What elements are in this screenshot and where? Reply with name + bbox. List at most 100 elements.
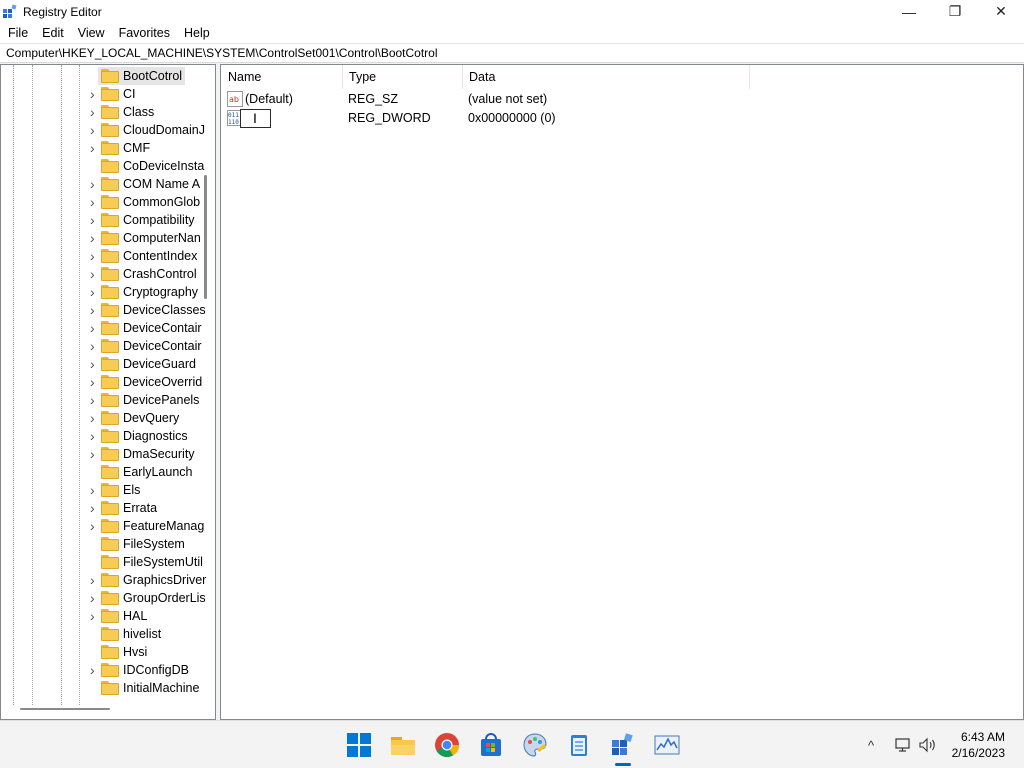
- tree-item[interactable]: › DeviceContair: [1, 319, 202, 337]
- tree-item[interactable]: › Cryptography: [1, 283, 201, 301]
- tree-item[interactable]: InitialMachine: [1, 679, 201, 697]
- chevron-right-icon[interactable]: ›: [90, 447, 98, 461]
- tree-item[interactable]: hivelist: [1, 625, 201, 643]
- tree-item[interactable]: › CMF: [1, 139, 201, 157]
- show-hidden-icons-chevron-icon[interactable]: ^: [868, 721, 874, 768]
- chevron-right-icon[interactable]: ›: [90, 231, 98, 245]
- tree-item[interactable]: › DevicePanels: [1, 391, 201, 409]
- chevron-right-icon[interactable]: ›: [90, 393, 98, 407]
- chevron-right-icon[interactable]: ›: [90, 267, 98, 281]
- chevron-right-icon[interactable]: ›: [90, 123, 98, 137]
- chevron-right-icon[interactable]: ›: [90, 663, 98, 677]
- tree-item[interactable]: BootCotrol: [1, 67, 201, 85]
- chevron-right-icon[interactable]: ›: [90, 609, 98, 623]
- menu-view[interactable]: View: [71, 23, 112, 43]
- tree-item[interactable]: › DevQuery: [1, 409, 201, 427]
- chevron-right-icon[interactable]: ›: [90, 483, 98, 497]
- tree-item[interactable]: › CloudDomainJ: [1, 121, 205, 139]
- menu-file[interactable]: File: [1, 23, 35, 43]
- chevron-right-icon[interactable]: ›: [90, 591, 98, 605]
- chevron-right-icon[interactable]: ›: [90, 141, 98, 155]
- tree-item-label: CMF: [123, 141, 151, 155]
- tree-item[interactable]: › CommonGlob: [1, 193, 201, 211]
- address-bar[interactable]: Computer\HKEY_LOCAL_MACHINE\SYSTEM\Contr…: [0, 43, 1024, 63]
- tree-item[interactable]: › Errata: [1, 499, 201, 517]
- tree-item[interactable]: FileSystemUtil: [1, 553, 203, 571]
- tree-item[interactable]: › FeatureManag: [1, 517, 204, 535]
- value-row-default[interactable]: ab (Default) REG_SZ (value not set): [221, 90, 921, 109]
- close-button[interactable]: ✕: [978, 0, 1024, 23]
- chevron-right-icon[interactable]: ›: [90, 501, 98, 515]
- tree-item[interactable]: › CI: [1, 85, 201, 103]
- value-row-new-dword[interactable]: 011 110 I REG_DWORD 0x00000000 (0): [221, 109, 921, 128]
- performance-monitor-icon[interactable]: [654, 732, 680, 758]
- key-tree-pane[interactable]: BootCotrol › CI › Class › CloudDomainJ › CMF CoDe…: [0, 64, 216, 720]
- chevron-right-icon[interactable]: ›: [90, 519, 98, 533]
- paint-icon[interactable]: [522, 732, 548, 758]
- tree-item[interactable]: › GraphicsDriver: [1, 571, 206, 589]
- tree-item[interactable]: › Diagnostics: [1, 427, 201, 445]
- tree-item[interactable]: › Compatibility: [1, 211, 201, 229]
- tree-vertical-scrollbar[interactable]: [204, 175, 207, 299]
- tree-item[interactable]: › DmaSecurity: [1, 445, 201, 463]
- file-explorer-icon[interactable]: [390, 732, 416, 758]
- chevron-right-icon[interactable]: ›: [90, 285, 98, 299]
- tree-item[interactable]: › HAL: [1, 607, 201, 625]
- notepad-icon[interactable]: [566, 732, 592, 758]
- chevron-right-icon[interactable]: ›: [90, 339, 98, 353]
- chevron-right-icon[interactable]: ›: [90, 321, 98, 335]
- tree-item[interactable]: FileSystem: [1, 535, 201, 553]
- menu-bar: File Edit View Favorites Help: [0, 23, 1024, 43]
- folder-icon: [101, 159, 119, 173]
- microsoft-store-icon[interactable]: [478, 732, 504, 758]
- tree-item[interactable]: EarlyLaunch: [1, 463, 201, 481]
- chevron-right-icon[interactable]: ›: [90, 87, 98, 101]
- tree-item[interactable]: › COM Name A: [1, 175, 201, 193]
- tree-item[interactable]: › ContentIndex: [1, 247, 201, 265]
- volume-icon[interactable]: [918, 721, 938, 768]
- chevron-right-icon[interactable]: ›: [90, 213, 98, 227]
- maximize-button[interactable]: ❐: [932, 0, 978, 23]
- folder-icon: [101, 429, 119, 443]
- start-icon[interactable]: [346, 732, 372, 758]
- values-list-pane[interactable]: Name Type Data ab (Default) REG_SZ (valu…: [220, 64, 1024, 720]
- network-icon[interactable]: [894, 721, 912, 768]
- chrome-icon[interactable]: [434, 732, 460, 758]
- tree-item[interactable]: › GroupOrderLis: [1, 589, 206, 607]
- chevron-right-icon[interactable]: ›: [90, 375, 98, 389]
- folder-icon: [101, 249, 119, 263]
- chevron-right-icon[interactable]: ›: [90, 357, 98, 371]
- tree-item[interactable]: › Class: [1, 103, 201, 121]
- minimize-button[interactable]: —: [886, 0, 932, 23]
- tree-item-label: hivelist: [123, 627, 162, 641]
- tree-item[interactable]: › DeviceContair: [1, 337, 202, 355]
- minimize-icon: —: [902, 3, 916, 20]
- chevron-right-icon[interactable]: ›: [90, 249, 98, 263]
- tree-item[interactable]: › IDConfigDB: [1, 661, 201, 679]
- tree-item[interactable]: › DeviceGuard: [1, 355, 201, 373]
- menu-edit[interactable]: Edit: [35, 23, 71, 43]
- system-clock[interactable]: 6:43 AM 2/16/2023: [952, 729, 1005, 761]
- chevron-right-icon[interactable]: ›: [90, 177, 98, 191]
- tree-item[interactable]: › Els: [1, 481, 201, 499]
- chevron-right-icon[interactable]: ›: [90, 573, 98, 587]
- column-header-name[interactable]: Name: [221, 65, 343, 89]
- menu-favorites[interactable]: Favorites: [112, 23, 177, 43]
- tree-item[interactable]: CoDeviceInsta: [1, 157, 204, 175]
- column-header-type[interactable]: Type: [342, 65, 463, 89]
- chevron-right-icon[interactable]: ›: [90, 411, 98, 425]
- column-header-data[interactable]: Data: [462, 65, 750, 89]
- tree-item[interactable]: › ComputerNan: [1, 229, 201, 247]
- chevron-right-icon[interactable]: ›: [90, 105, 98, 119]
- chevron-right-icon[interactable]: ›: [90, 303, 98, 317]
- tree-item-label: HAL: [123, 609, 148, 623]
- tree-item[interactable]: Hvsi: [1, 643, 201, 661]
- chevron-right-icon[interactable]: ›: [90, 429, 98, 443]
- tree-item[interactable]: › DeviceClasses: [1, 301, 206, 319]
- registry-editor-icon[interactable]: [610, 732, 636, 758]
- chevron-right-icon[interactable]: ›: [90, 195, 98, 209]
- menu-help[interactable]: Help: [177, 23, 217, 43]
- tree-item[interactable]: › DeviceOverrid: [1, 373, 202, 391]
- tree-horizontal-scrollbar[interactable]: [20, 708, 110, 710]
- tree-item[interactable]: › CrashControl: [1, 265, 201, 283]
